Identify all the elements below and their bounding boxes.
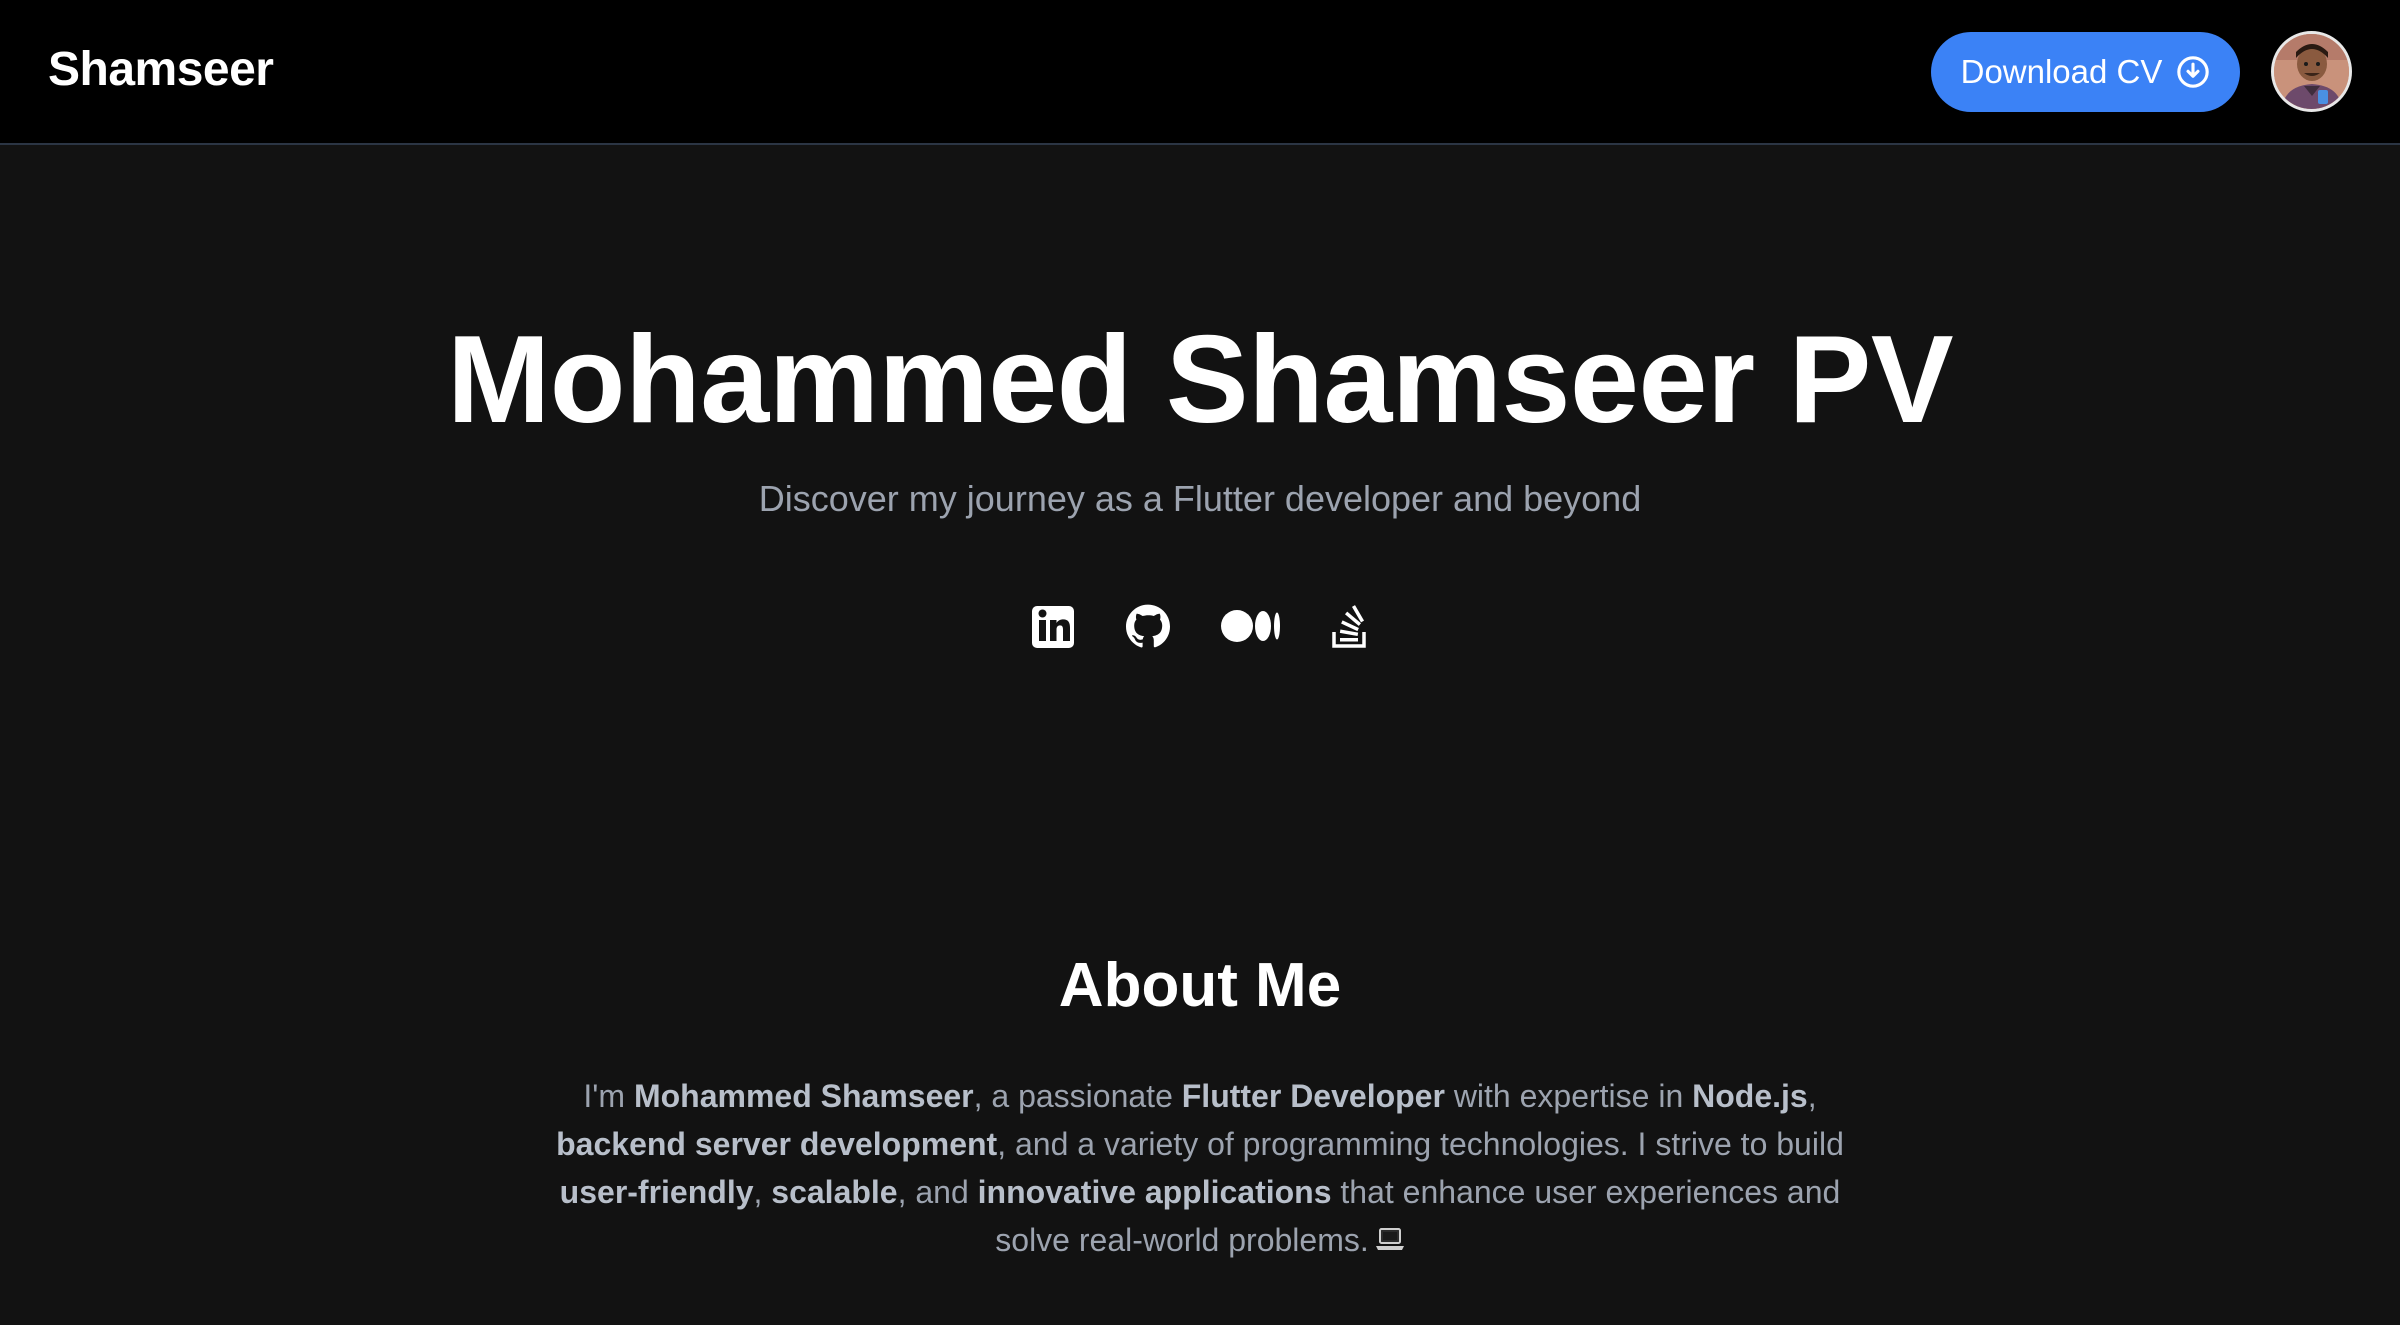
about-text-segment: with expertise in — [1444, 1078, 1693, 1114]
about-highlight-user-friendly: user-friendly — [559, 1174, 754, 1210]
about-highlight-nodejs: Node.js — [1692, 1078, 1808, 1114]
medium-icon — [1220, 600, 1282, 652]
stackoverflow-link[interactable] — [1330, 600, 1370, 652]
about-highlight-innovative: innovative applications — [977, 1174, 1332, 1210]
about-text-segment: I'm — [583, 1078, 634, 1114]
about-text-segment: , and a variety of programming technolog… — [997, 1126, 1844, 1162]
about-text-segment: , — [753, 1174, 772, 1210]
top-navigation-bar: Shamseer Download CV — [0, 0, 2400, 145]
about-highlight-scalable: scalable — [771, 1174, 898, 1210]
download-cv-button[interactable]: Download CV — [1931, 32, 2240, 112]
hero-subtitle: Discover my journey as a Flutter develop… — [758, 478, 1642, 519]
about-highlight-name: Mohammed Shamseer — [633, 1078, 974, 1114]
github-icon — [1124, 600, 1172, 652]
medium-link[interactable] — [1220, 600, 1282, 652]
brand-logo-text[interactable]: Shamseer — [48, 42, 274, 97]
download-circle-icon — [2176, 55, 2210, 89]
stackoverflow-icon — [1330, 600, 1370, 652]
profile-avatar[interactable] — [2271, 31, 2352, 112]
linkedin-link[interactable] — [1030, 600, 1076, 652]
about-paragraph: I'm Mohammed Shamseer, a passionate Flut… — [540, 1072, 1860, 1267]
about-text-segment: , and — [897, 1174, 978, 1210]
about-text-segment: , a passionate — [973, 1078, 1182, 1114]
social-links — [1030, 600, 1370, 652]
github-link[interactable] — [1124, 600, 1172, 652]
about-highlight-role: Flutter Developer — [1181, 1078, 1445, 1114]
about-text-segment: , — [1807, 1078, 1817, 1114]
linkedin-icon — [1030, 600, 1076, 652]
hero-title: Mohammed Shamseer PV — [446, 311, 1954, 449]
download-cv-label: Download CV — [1960, 53, 2163, 90]
laptop-icon — [1375, 1219, 1405, 1267]
about-title: About Me — [1058, 951, 1342, 1020]
about-highlight-backend: backend server development — [556, 1126, 998, 1162]
